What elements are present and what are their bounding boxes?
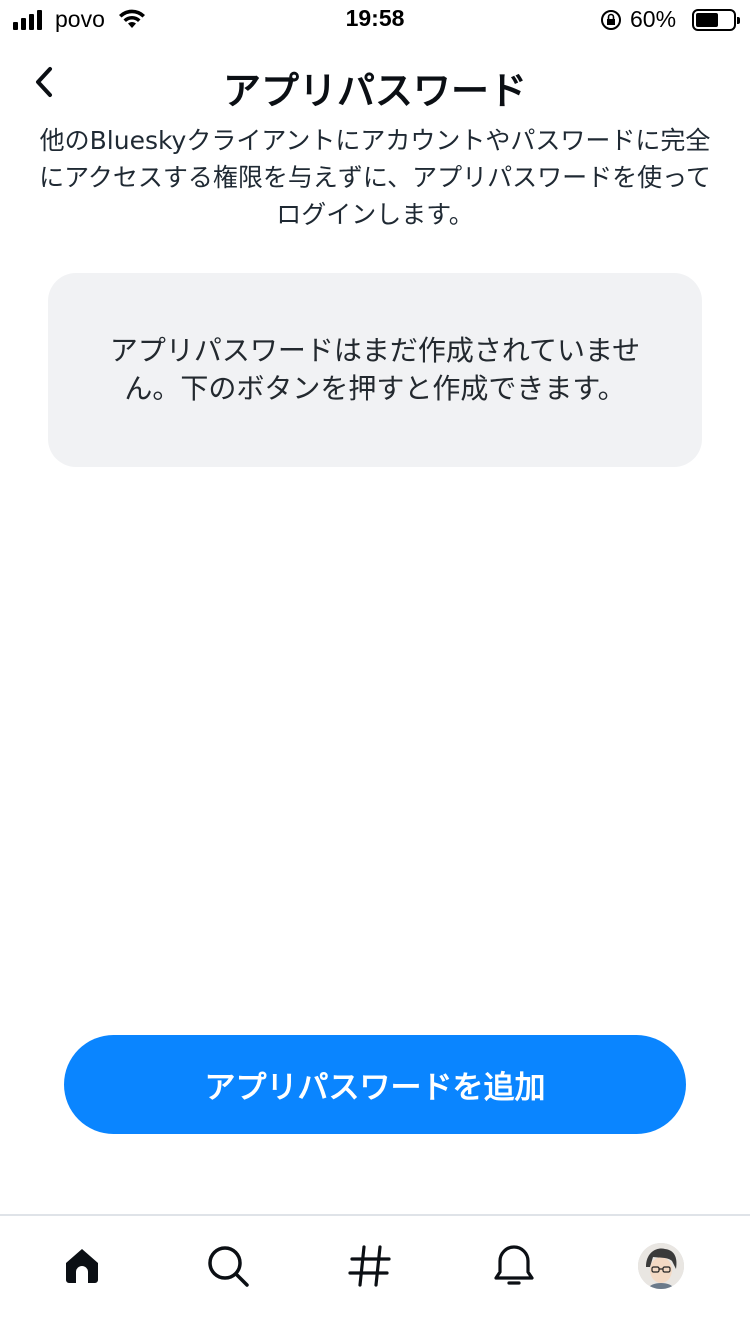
- page-description: 他のBlueskyクライアントにアカウントやパスワードに完全にアクセスする権限を…: [39, 126, 711, 229]
- rotation-lock-icon: [600, 9, 622, 36]
- app-passwords-screen: povo 19:58 60% アプリパスワード 他のBlueskyクライアントに…: [0, 0, 750, 1334]
- hashtag-icon: [348, 1245, 391, 1287]
- page-title: アプリパスワード: [222, 69, 527, 113]
- home-icon: [66, 1249, 98, 1283]
- avatar: [638, 1243, 684, 1289]
- empty-state-message: アプリパスワードはまだ作成されていません。下のボタンを押すと作成できます。: [109, 334, 641, 405]
- tab-home[interactable]: [52, 1238, 112, 1294]
- bell-icon: [494, 1245, 534, 1285]
- tab-feeds[interactable]: [340, 1238, 400, 1294]
- tab-search[interactable]: [198, 1238, 258, 1294]
- tab-profile[interactable]: [631, 1238, 691, 1294]
- status-bar: povo 19:58 60%: [0, 0, 750, 40]
- empty-state-card: アプリパスワードはまだ作成されていません。下のボタンを押すと作成できます。: [48, 273, 702, 467]
- battery-percent: 60%: [630, 6, 677, 32]
- bottom-tab-bar: [0, 1214, 750, 1334]
- add-app-password-button[interactable]: アプリパスワードを追加: [64, 1035, 686, 1134]
- battery-icon: [692, 9, 740, 31]
- search-icon: [208, 1246, 249, 1287]
- tab-notifications[interactable]: [484, 1238, 544, 1294]
